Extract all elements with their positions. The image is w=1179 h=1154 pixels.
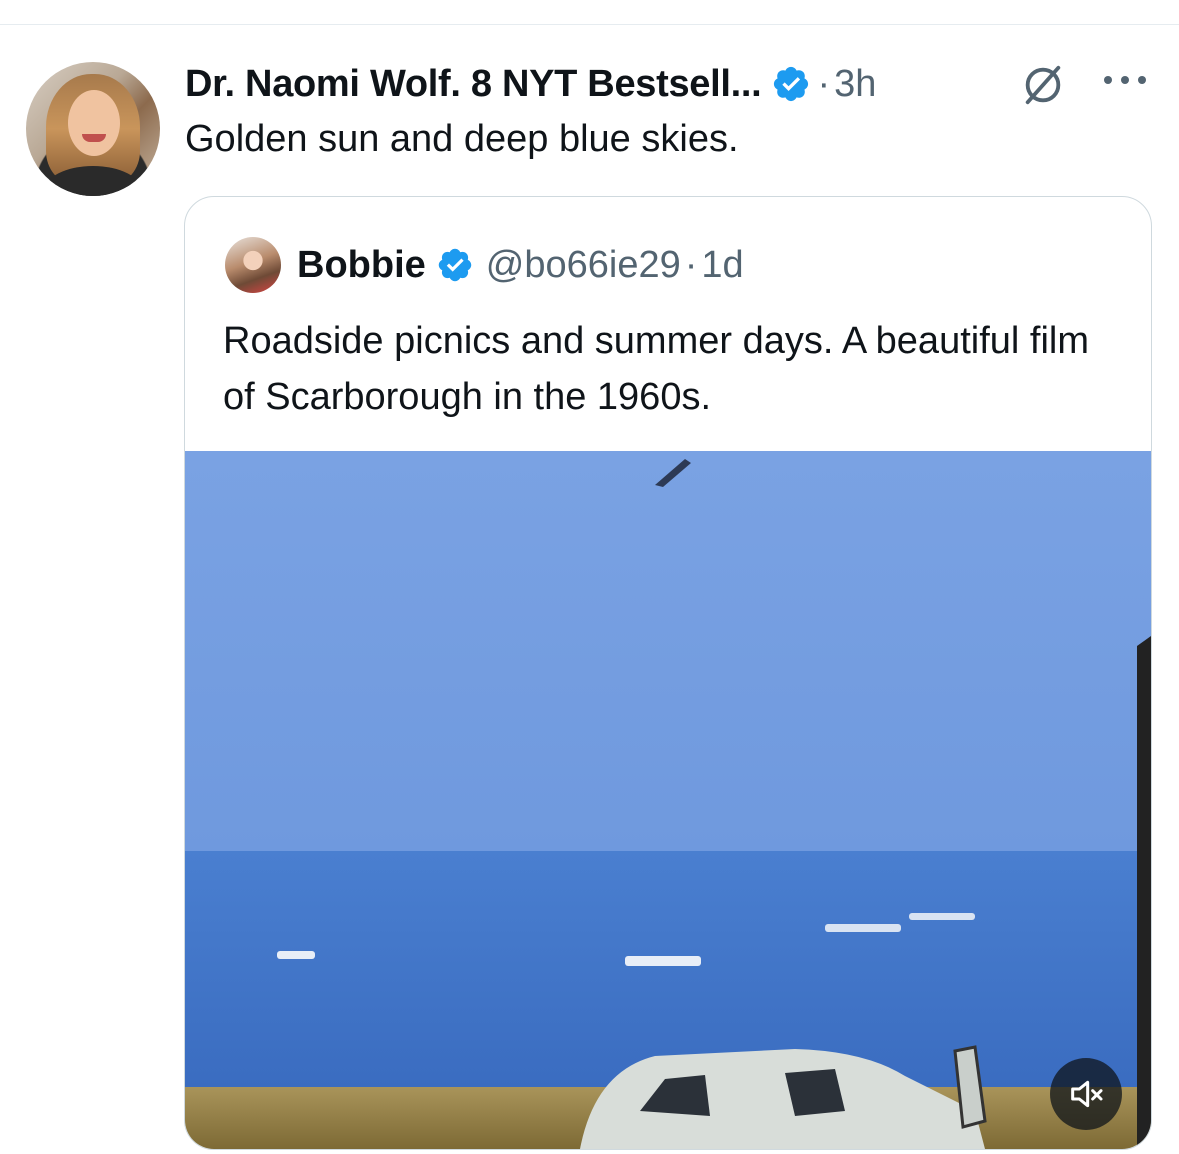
volume-muted-icon — [1071, 1080, 1103, 1108]
video-car-window — [785, 1069, 845, 1116]
video-player[interactable] — [185, 451, 1151, 1149]
video-boat — [909, 913, 975, 920]
quoted-author-handle[interactable]: @bo66ie29 — [486, 244, 681, 287]
quoted-tweet-time[interactable]: 1d — [701, 244, 743, 287]
video-sea — [185, 851, 1151, 1091]
quoted-time-separator: · — [684, 243, 698, 286]
verified-badge-icon — [774, 66, 809, 102]
verified-badge-icon — [438, 248, 472, 282]
video-sky — [185, 451, 1151, 851]
tweet-time[interactable]: 3h — [834, 63, 876, 106]
author-name[interactable]: Dr. Naomi Wolf. 8 NYT Bestsell... — [185, 63, 762, 106]
quoted-author-name[interactable]: Bobbie — [297, 244, 426, 287]
video-boat — [825, 924, 901, 932]
video-boat — [625, 956, 701, 966]
quoted-author-avatar[interactable] — [225, 237, 281, 293]
tweet-header: Dr. Naomi Wolf. 8 NYT Bestsell... · 3h — [185, 56, 876, 112]
avatar-face — [68, 90, 120, 156]
top-divider — [0, 24, 1179, 25]
tweet-text: Golden sun and deep blue skies. — [185, 118, 739, 160]
video-boat — [277, 951, 315, 959]
author-avatar[interactable] — [26, 62, 160, 196]
quoted-tweet-text: Roadside picnics and summer days. A beau… — [223, 320, 1089, 418]
quoted-tweet-header: Bobbie @bo66ie29 · 1d — [297, 237, 744, 293]
quoted-tweet-card[interactable]: Bobbie @bo66ie29 · 1d Roadside picnics a… — [184, 196, 1152, 1150]
more-icon[interactable] — [1100, 70, 1150, 90]
video-frame-edge — [1137, 636, 1151, 1149]
grok-icon[interactable] — [1020, 62, 1066, 108]
time-separator: · — [817, 62, 831, 105]
mute-toggle-button[interactable] — [1050, 1058, 1122, 1130]
